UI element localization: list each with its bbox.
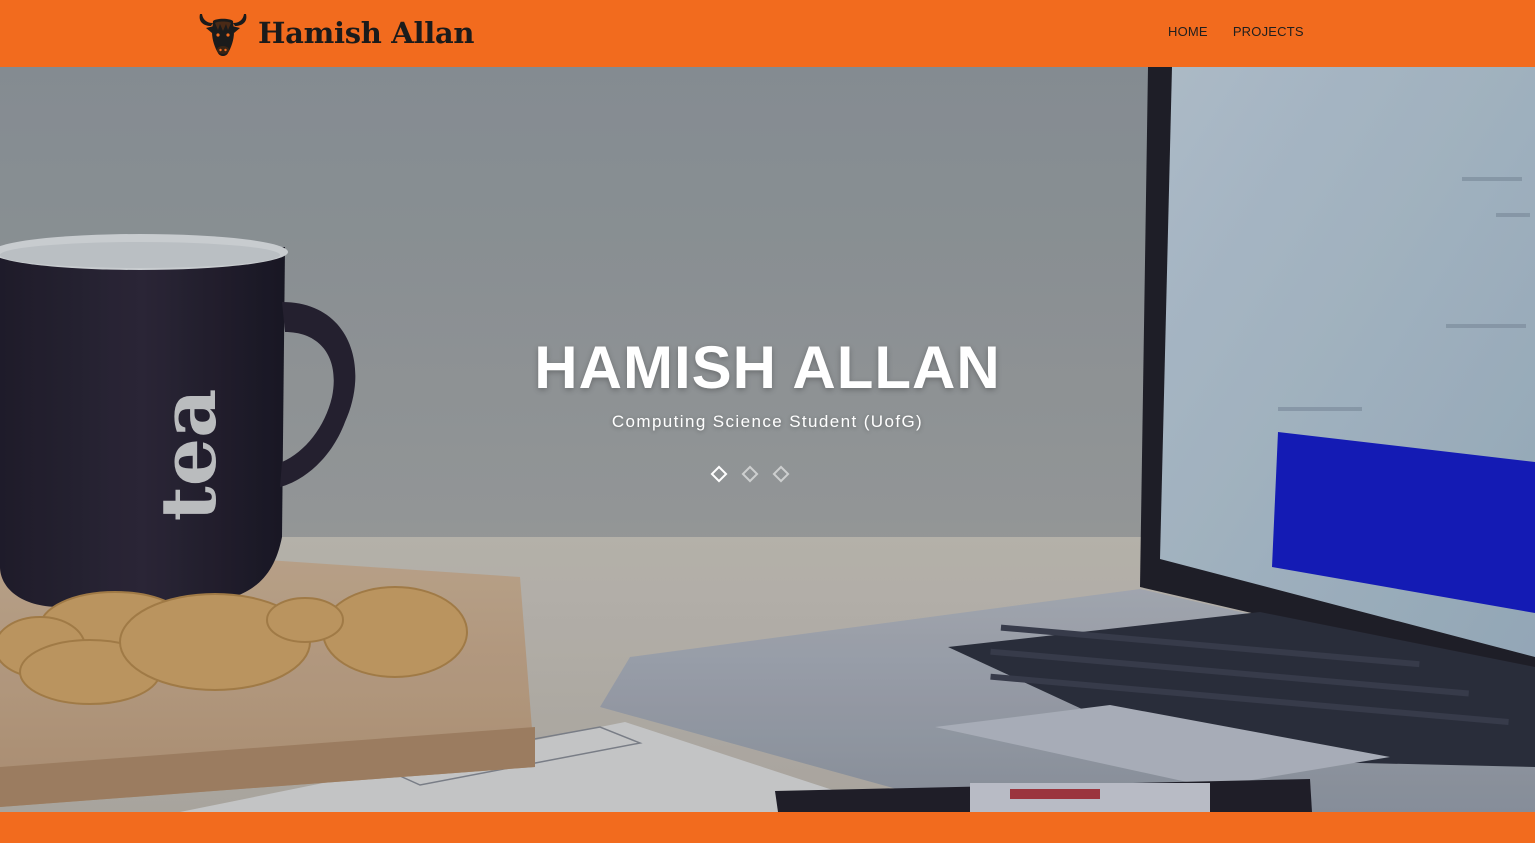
hero-title: HAMISH ALLAN: [534, 334, 1001, 401]
main-nav: HOME PROJECTS: [1168, 24, 1304, 39]
highland-cow-logo-icon: [199, 14, 247, 56]
carousel-indicators: [710, 465, 790, 483]
hero-subtitle: Computing Science Student (UofG): [611, 412, 924, 431]
footer-bar: [0, 812, 1535, 843]
nav-home-link[interactable]: HOME: [1168, 24, 1208, 39]
hero-content: HAMISH ALLAN Computing Science Student (…: [0, 335, 1535, 432]
brand-name: Hamish Allan: [258, 16, 475, 50]
hero-banner: tea HAMISH ALLAN Computing Science Stude…: [0, 67, 1535, 812]
carousel-dot-1[interactable]: [710, 465, 728, 483]
brand-link[interactable]: Hamish Allan: [196, 6, 475, 60]
site-header: Hamish Allan HOME PROJECTS: [0, 0, 1535, 67]
carousel-dot-2[interactable]: [741, 465, 759, 483]
hero-overlay: [0, 67, 1535, 812]
nav-projects-link[interactable]: PROJECTS: [1233, 24, 1304, 39]
carousel-dot-3[interactable]: [772, 465, 790, 483]
